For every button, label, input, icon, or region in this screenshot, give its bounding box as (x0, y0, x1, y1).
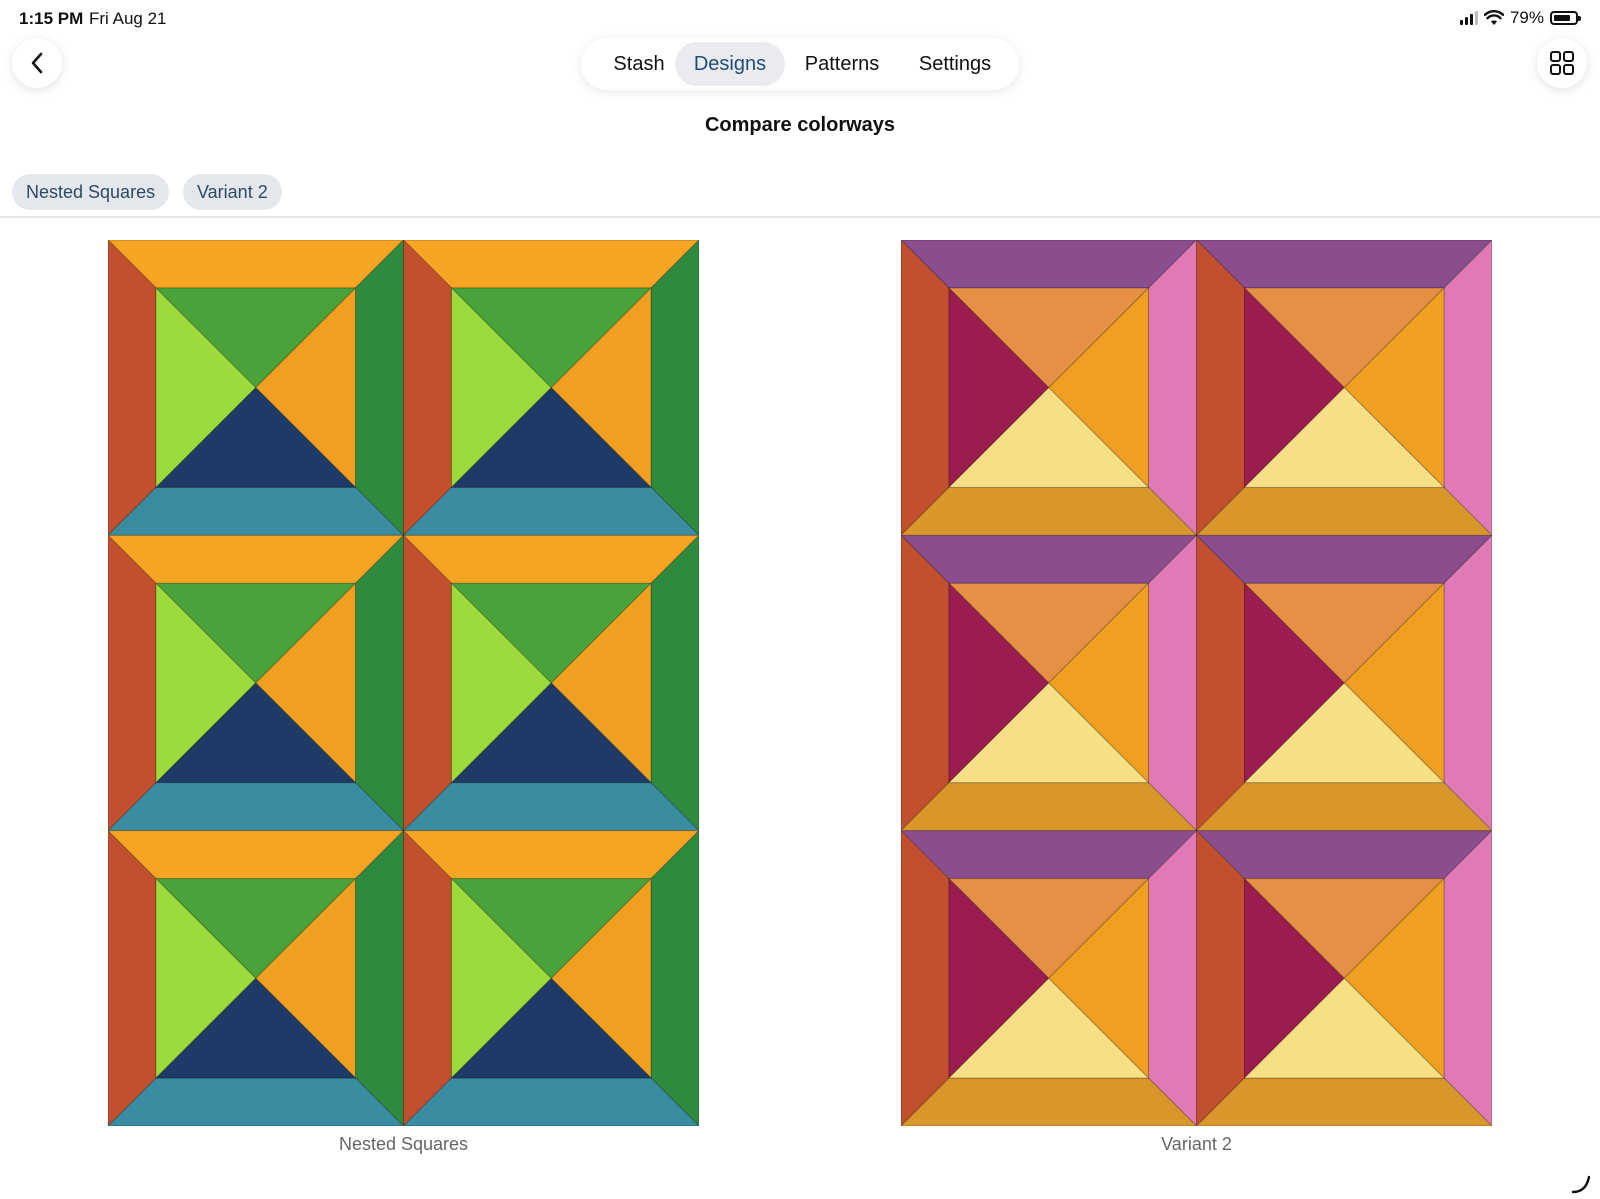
quilt-border-left (901, 534, 950, 832)
quilt-border-top (402, 830, 699, 880)
quilt-border-bottom (108, 486, 405, 536)
quilt-border-right (1443, 240, 1492, 537)
quilt-design-variant-2[interactable] (901, 240, 1492, 1126)
quilt-border-left (403, 240, 452, 537)
quilt-border-bottom (1195, 486, 1492, 536)
back-button[interactable] (12, 38, 62, 88)
battery-percent: 79% (1509, 8, 1544, 27)
status-date: Fri Aug 21 (89, 9, 167, 28)
cellular-signal-icon (1459, 11, 1478, 25)
quilt-border-left (108, 829, 157, 1126)
quilt-border-right (1148, 829, 1197, 1126)
status-bar: 1:15 PM Fri Aug 21 79% (0, 0, 1600, 36)
chip-nested-squares[interactable]: Nested Squares (12, 174, 170, 210)
quilt-border-top (1195, 534, 1492, 584)
quilt-border-right (1443, 829, 1492, 1126)
quilt-border-bottom (402, 782, 699, 832)
quilt-border-top (402, 240, 699, 289)
quilt-border-right (1148, 240, 1197, 537)
quilt-border-right (355, 829, 404, 1126)
page-title: Compare colorways (704, 114, 896, 136)
quilt-border-top (1195, 240, 1492, 289)
quilt-border-top (108, 830, 405, 880)
quilt-border-bottom (402, 1077, 699, 1126)
tab-patterns[interactable]: Patterns (787, 42, 897, 86)
tab-settings[interactable]: Settings (901, 42, 1009, 86)
quilt-border-top (901, 240, 1198, 289)
quilt-border-bottom (901, 1077, 1198, 1126)
grid-view-button[interactable] (1537, 38, 1587, 88)
quilt-border-right (650, 829, 699, 1126)
tab-designs[interactable]: Designs (675, 42, 785, 86)
chevron-left-icon (31, 52, 43, 74)
quilt-border-right (650, 240, 699, 537)
quilt-border-top (108, 240, 405, 289)
quilt-border-bottom (901, 782, 1198, 832)
quilt-border-bottom (108, 1077, 405, 1126)
quilt-border-left (901, 829, 950, 1126)
status-right: 79% (1459, 8, 1581, 28)
quilt-border-left (1196, 829, 1245, 1126)
divider (0, 216, 1600, 218)
quilt-border-top (901, 534, 1198, 584)
quilt-border-right (650, 534, 699, 832)
quilt-border-left (108, 240, 157, 537)
quilt-border-left (403, 534, 452, 832)
quilt-border-bottom (901, 486, 1198, 536)
battery-fill (1554, 15, 1570, 21)
quilt-border-left (901, 240, 950, 537)
battery-icon (1550, 11, 1581, 25)
quilt-border-right (355, 534, 404, 832)
chip-variant-2[interactable]: Variant 2 (183, 174, 282, 210)
resize-handle-icon (1571, 1175, 1591, 1194)
quilt-border-left (1196, 240, 1245, 537)
grid-icon (1550, 51, 1574, 75)
quilt-border-top (402, 534, 699, 584)
quilt-border-top (901, 830, 1198, 880)
quilt-border-bottom (108, 782, 405, 832)
main-nav-tabs: Stash Designs Patterns Settings (581, 38, 1019, 90)
quilt-border-left (403, 829, 452, 1126)
design-caption: Nested Squares (338, 1134, 469, 1154)
quilt-border-top (108, 534, 405, 584)
quilt-design-nested-squares[interactable] (108, 240, 699, 1126)
quilt-border-bottom (1195, 782, 1492, 832)
quilt-border-right (355, 240, 404, 537)
design-caption: Variant 2 (1161, 1134, 1232, 1154)
quilt-border-right (1443, 534, 1492, 832)
wifi-icon (1483, 10, 1504, 25)
quilt-border-bottom (1195, 1077, 1492, 1126)
quilt-border-bottom (402, 486, 699, 536)
quilt-border-left (1196, 534, 1245, 832)
quilt-border-top (1195, 830, 1492, 880)
status-time: 1:15 PM (19, 9, 84, 28)
quilt-border-right (1148, 534, 1197, 832)
quilt-border-left (108, 534, 157, 832)
tab-stash[interactable]: Stash (591, 42, 687, 86)
